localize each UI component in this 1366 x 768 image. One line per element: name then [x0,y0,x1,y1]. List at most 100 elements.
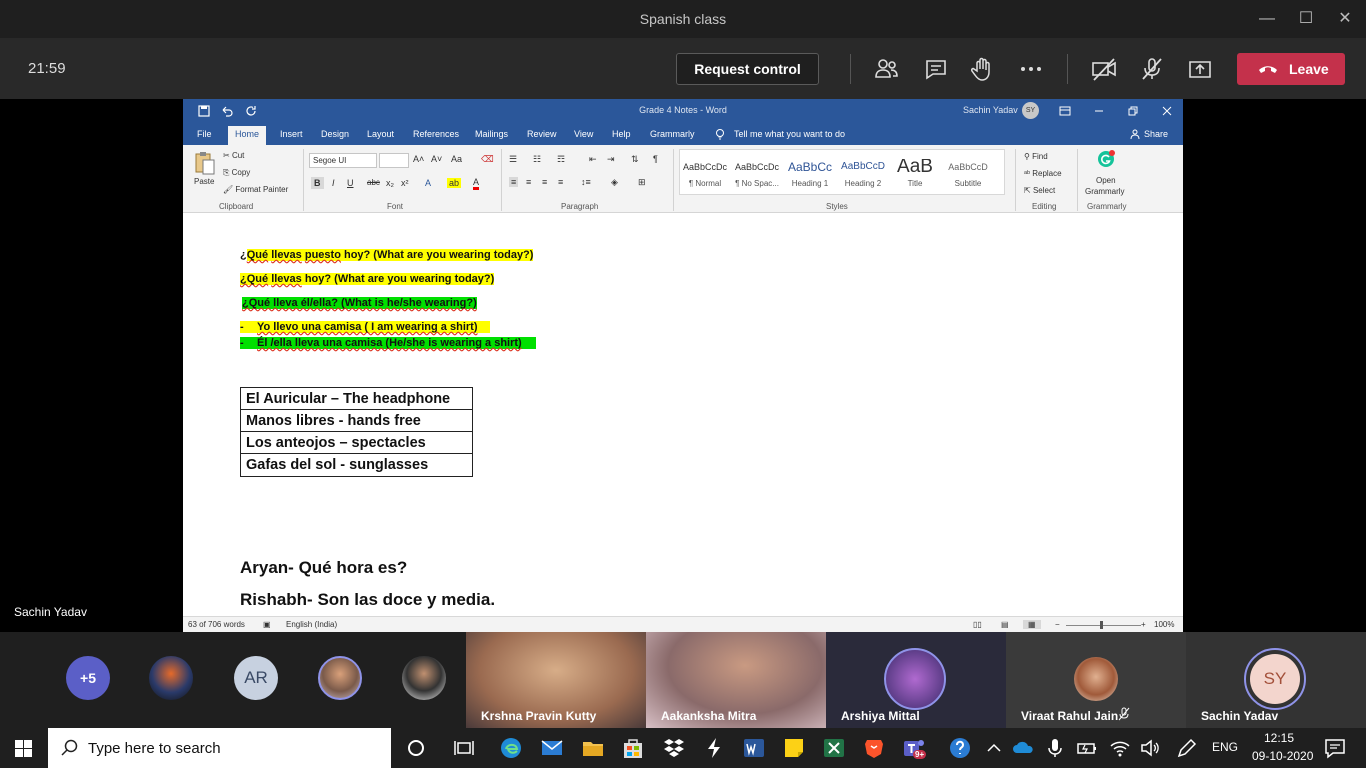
open-grammarly-label[interactable]: Open [1096,176,1116,185]
microphone-icon[interactable] [1043,736,1067,760]
chat-icon[interactable] [922,55,950,83]
style-title[interactable]: AaB Title [889,159,941,188]
participant-tile[interactable]: Arshiya Mittal [826,632,1006,728]
tab-layout[interactable]: Layout [367,129,394,139]
edge-icon[interactable] [499,736,523,760]
style-subtitle[interactable]: AaBbCcD Subtitle [942,159,994,188]
multilevel-list-icon[interactable]: ☶ [557,154,565,165]
minimize-button[interactable]: — [1255,8,1279,30]
bold-icon[interactable]: B [311,177,324,189]
tab-grammarly[interactable]: Grammarly [650,129,695,139]
notifications-icon[interactable] [1323,736,1347,760]
read-mode-icon[interactable]: ▯▯ [973,620,982,629]
raise-hand-icon[interactable] [968,55,996,83]
cortana-icon[interactable] [404,736,428,760]
align-left-icon[interactable]: ≡ [509,177,519,187]
windows-start-icon[interactable] [15,740,32,757]
italic-icon[interactable]: I [332,178,335,188]
zoom-slider[interactable] [1066,625,1141,626]
style-no-spacing[interactable]: AaBbCcDc ¶ No Spac... [731,159,783,188]
proofing-icon[interactable]: ▣ [263,620,271,629]
borders-icon[interactable]: ⊞ [638,177,646,188]
more-participants-button[interactable]: +5 [66,656,110,700]
language-indicator[interactable]: English (India) [286,620,337,629]
zoom-in-icon[interactable]: + [1141,620,1146,629]
participant-avatar[interactable] [402,656,446,700]
line-spacing-icon[interactable]: ↕≡ [581,177,591,187]
font-color-icon[interactable]: A [473,177,480,190]
tab-references[interactable]: References [413,129,459,139]
find-button[interactable]: ⚲ Find [1024,152,1048,161]
superscript-icon[interactable]: x² [401,178,409,188]
tab-help[interactable]: Help [612,129,631,139]
font-name-select[interactable]: Segoe UI [309,153,377,168]
change-case-icon[interactable]: Aa [451,154,462,164]
task-view-icon[interactable] [452,736,476,760]
participant-video-tile[interactable]: Aakanksha Mitra [646,632,826,728]
participant-video-tile[interactable]: Krshna Pravin Kutty [466,632,646,728]
align-right-icon[interactable]: ≡ [542,177,547,187]
maximize-button[interactable]: ☐ [1294,8,1318,30]
grow-font-icon[interactable]: A˄ [413,154,424,164]
battery-icon[interactable] [1075,736,1099,760]
underline-icon[interactable]: U [347,178,354,188]
shrink-font-icon[interactable]: A˅ [431,154,442,164]
open-grammarly-label-2[interactable]: Grammarly [1085,187,1125,196]
word-restore-icon[interactable] [1127,105,1139,117]
tell-me-search[interactable]: Tell me what you want to do [734,129,845,139]
increase-indent-icon[interactable]: ⇥ [607,154,615,165]
shading-icon[interactable]: ◈ [611,177,618,188]
bullets-icon[interactable]: ☰ [509,154,517,165]
grammarly-icon[interactable] [1097,150,1115,168]
word-app-icon[interactable] [742,736,766,760]
text-effects-icon[interactable]: A [425,178,431,188]
clear-formatting-icon[interactable]: ⌫ [481,154,494,165]
select-button[interactable]: ⇱ Select [1024,186,1055,195]
copy-button[interactable]: ⎘ Copy [223,168,250,178]
power-automate-icon[interactable] [702,736,726,760]
ribbon-display-icon[interactable] [1059,105,1071,117]
language-indicator[interactable]: ENG [1212,740,1238,754]
participant-tile[interactable]: Viraat Rahul Jain [1006,632,1186,728]
cut-button[interactable]: ✂ Cut [223,151,244,160]
store-icon[interactable] [621,736,645,760]
paste-icon[interactable] [194,151,216,175]
numbering-icon[interactable]: ☷ [533,154,541,165]
zoom-slider-thumb[interactable] [1100,621,1103,629]
leave-button[interactable]: Leave [1237,53,1345,85]
taskbar-date[interactable]: 09-10-2020 [1252,749,1313,763]
justify-icon[interactable]: ≡ [558,177,563,187]
participant-avatar[interactable]: AR [234,656,278,700]
wifi-icon[interactable] [1108,736,1132,760]
sticky-notes-icon[interactable] [782,736,806,760]
word-user-avatar[interactable]: SY [1022,102,1039,119]
strikethrough-icon[interactable]: abc [367,178,380,187]
style-normal[interactable]: AaBbCcDc ¶ Normal [679,159,731,188]
subscript-icon[interactable]: x₂ [386,178,394,188]
brave-icon[interactable] [862,736,886,760]
volume-icon[interactable] [1138,736,1162,760]
camera-off-icon[interactable] [1090,55,1118,83]
participant-tile[interactable]: SY Sachin Yadav [1186,632,1366,728]
close-button[interactable]: ✕ [1333,8,1357,30]
replace-button[interactable]: ᵃᵇ Replace [1024,169,1062,178]
mic-off-icon[interactable] [1138,55,1166,83]
print-layout-icon[interactable]: ▤ [1001,620,1009,629]
tab-view[interactable]: View [574,129,593,139]
excel-icon[interactable] [822,736,846,760]
word-close-icon[interactable] [1161,105,1173,117]
style-heading-1[interactable]: AaBbCc Heading 1 [784,159,836,188]
tab-file[interactable]: File [197,129,212,139]
show-marks-icon[interactable]: ¶ [653,154,658,164]
tab-home[interactable]: Home [228,126,267,145]
sort-icon[interactable]: ⇅ [631,154,639,165]
tab-insert[interactable]: Insert [280,129,303,139]
decrease-indent-icon[interactable]: ⇤ [589,154,597,165]
taskbar-clock[interactable]: 12:15 [1264,731,1294,745]
zoom-out-icon[interactable]: − [1055,620,1060,629]
participant-avatar-speaking[interactable] [318,656,362,700]
dropbox-icon[interactable] [662,736,686,760]
paste-label[interactable]: Paste [194,177,214,186]
share-screen-icon[interactable] [1186,55,1214,83]
tab-review[interactable]: Review [527,129,557,139]
